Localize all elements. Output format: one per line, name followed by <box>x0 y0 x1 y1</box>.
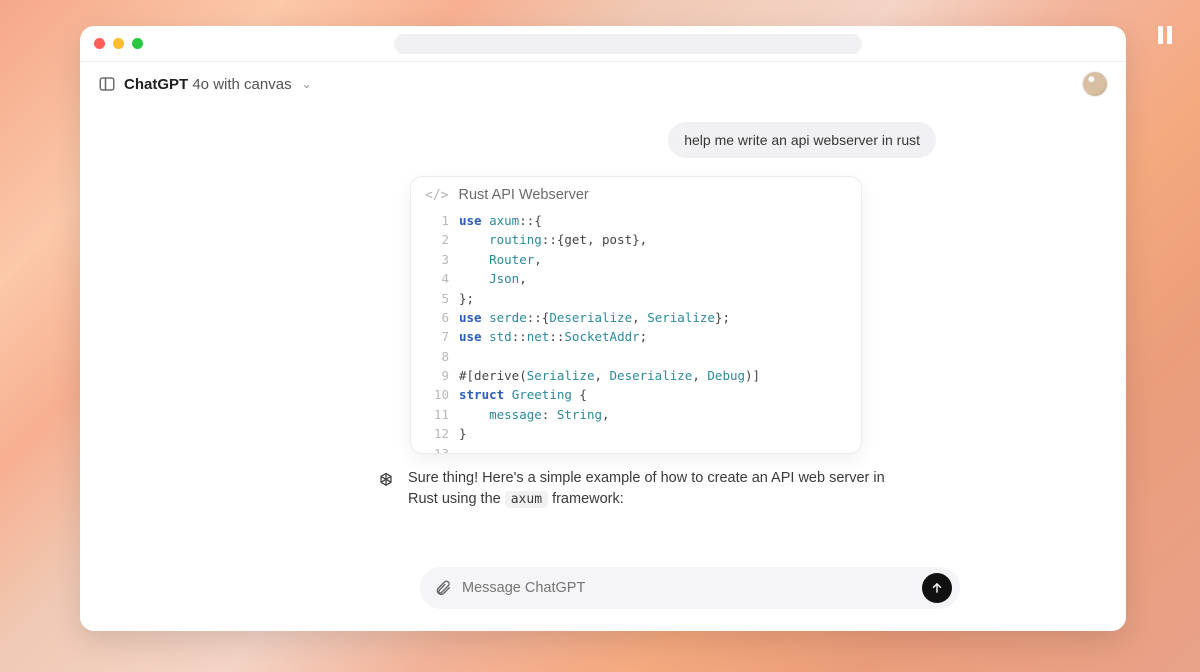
canvas-code-body: 1use axum::{2 routing::{get, post},3 Rou… <box>411 209 861 454</box>
canvas-title: Rust API Webserver <box>458 187 588 203</box>
line-number: 8 <box>423 347 449 366</box>
message-composer <box>420 567 960 609</box>
code-line: 11 message: String, <box>423 405 849 424</box>
code-icon: </> <box>425 188 448 203</box>
message-input[interactable] <box>462 580 912 596</box>
app-window: ChatGPT 4o with canvas ⌄ help me write a… <box>80 26 1126 631</box>
canvas-code-card[interactable]: </> Rust API Webserver 1use axum::{2 rou… <box>410 176 862 454</box>
line-number: 4 <box>423 269 449 288</box>
line-number: 3 <box>423 250 449 269</box>
line-number: 2 <box>423 230 449 249</box>
attachment-icon[interactable] <box>434 579 452 597</box>
assistant-text: Sure thing! Here's a simple example of h… <box>408 468 916 510</box>
app-header: ChatGPT 4o with canvas ⌄ <box>80 62 1126 106</box>
line-number: 7 <box>423 327 449 346</box>
line-number: 9 <box>423 366 449 385</box>
assistant-message: Sure thing! Here's a simple example of h… <box>376 468 916 510</box>
line-number: 13 <box>423 444 449 455</box>
code-line: 12} <box>423 424 849 443</box>
model-selector[interactable]: ChatGPT 4o with canvas ⌄ <box>98 75 312 93</box>
code-line: 3 Router, <box>423 250 849 269</box>
code-line: 7use std::net::SocketAddr; <box>423 327 849 346</box>
address-bar[interactable] <box>394 34 862 54</box>
line-number: 6 <box>423 308 449 327</box>
code-line: 8 <box>423 347 849 366</box>
line-number: 11 <box>423 405 449 424</box>
video-pause-button[interactable] <box>1152 22 1178 48</box>
code-line: 4 Json, <box>423 269 849 288</box>
code-line: 6use serde::{Deserialize, Serialize}; <box>423 308 849 327</box>
code-line: 2 routing::{get, post}, <box>423 230 849 249</box>
window-controls <box>94 38 143 49</box>
code-line: 9#[derive(Serialize, Deserialize, Debug)… <box>423 366 849 385</box>
code-line: 1use axum::{ <box>423 211 849 230</box>
line-number: 10 <box>423 385 449 404</box>
send-button[interactable] <box>922 573 952 603</box>
chevron-down-icon: ⌄ <box>302 77 312 91</box>
close-window-button[interactable] <box>94 38 105 49</box>
maximize-window-button[interactable] <box>132 38 143 49</box>
inline-code-token: axum <box>505 491 548 508</box>
code-line: 5}; <box>423 289 849 308</box>
sidebar-toggle-icon <box>98 75 116 93</box>
line-number: 12 <box>423 424 449 443</box>
code-line: 13 <box>423 444 849 455</box>
line-number: 5 <box>423 289 449 308</box>
code-line: 10struct Greeting { <box>423 385 849 404</box>
window-titlebar <box>80 26 1126 62</box>
chat-area: help me write an api webserver in rust <… <box>80 106 1126 631</box>
user-message-bubble: help me write an api webserver in rust <box>668 122 936 158</box>
user-avatar[interactable] <box>1082 71 1108 97</box>
line-number: 1 <box>423 211 449 230</box>
minimize-window-button[interactable] <box>113 38 124 49</box>
arrow-up-icon <box>930 581 944 595</box>
openai-logo-icon <box>376 471 396 491</box>
canvas-header: </> Rust API Webserver <box>411 177 861 209</box>
model-name: ChatGPT 4o with canvas <box>124 76 292 93</box>
